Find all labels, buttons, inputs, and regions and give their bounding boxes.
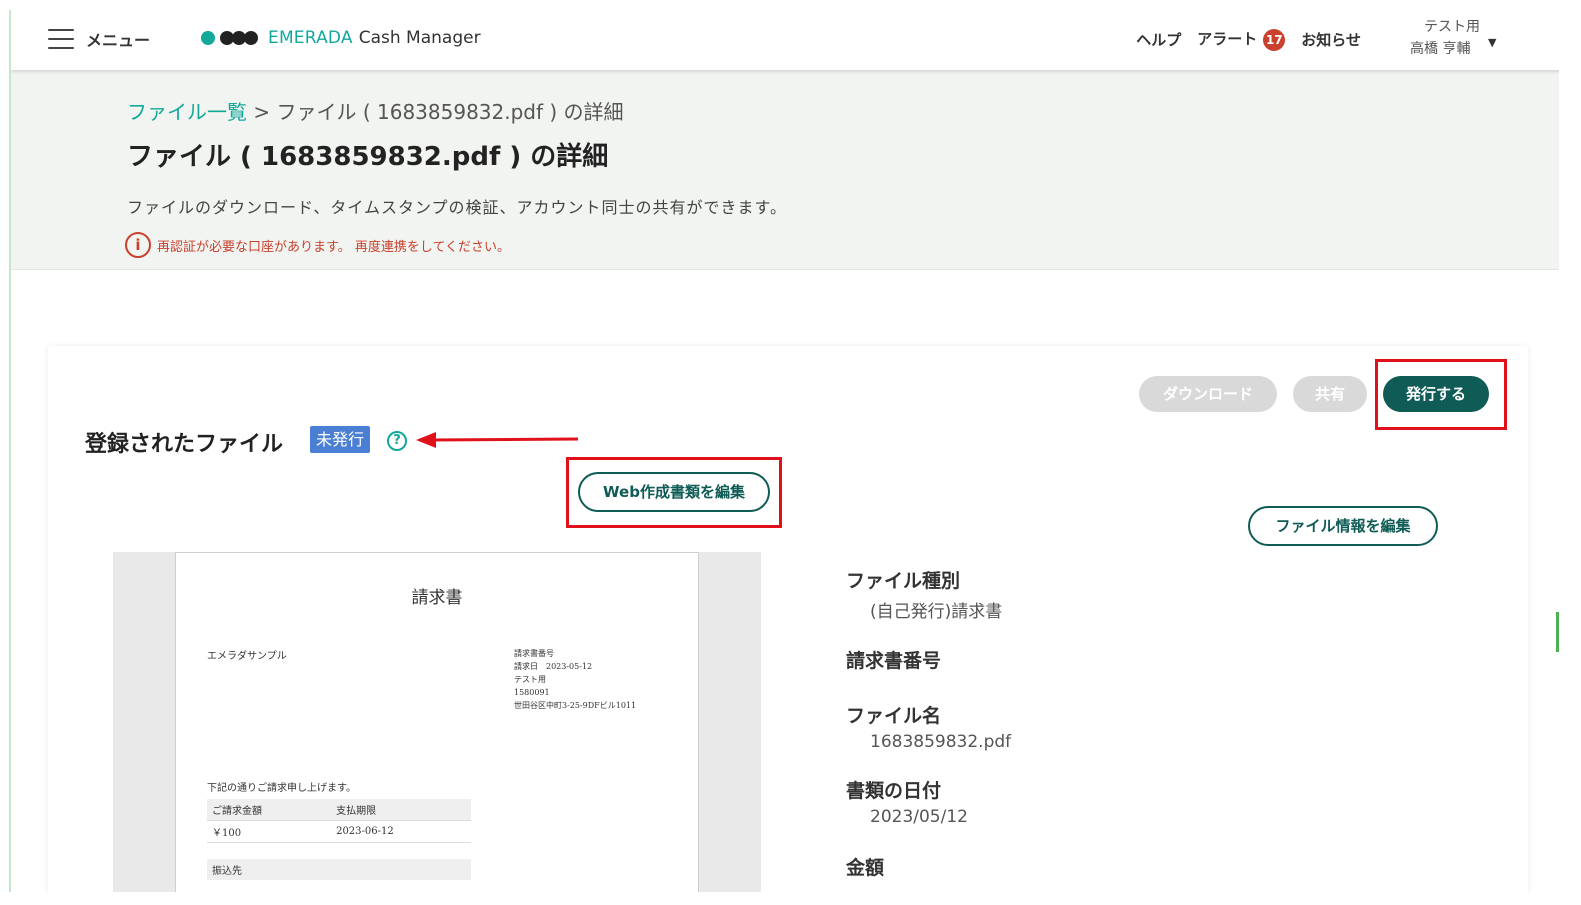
reauth-warning[interactable]: i 再認証が必要な口座があります。 再度連携をしてください。 xyxy=(125,232,510,258)
brand-name: EMERADA xyxy=(268,28,353,48)
invoice-meta-line: 請求書番号 xyxy=(514,649,554,658)
alert-link[interactable]: アラート 17 xyxy=(1197,28,1286,51)
menu-button[interactable]: メニュー xyxy=(48,27,150,51)
pdf-preview[interactable]: 請求書 エメラダサンプル 請求書番号 請求日 2023-05-12 テスト用 1… xyxy=(113,552,761,892)
invoice-meta: 請求書番号 請求日 2023-05-12 テスト用 1580091 世田谷区中町… xyxy=(514,647,636,712)
brand-subtitle: Cash Manager xyxy=(358,28,481,48)
invoice-meta-line: 1580091 xyxy=(514,688,550,697)
page-title: ファイル ( 1683859832.pdf ) の詳細 xyxy=(127,142,609,172)
file-name-label: ファイル名 xyxy=(846,705,942,727)
file-name-value: 1683859832.pdf xyxy=(870,732,1012,752)
brand-logo[interactable]: EMERADA Cash Manager xyxy=(201,28,481,48)
menu-label: メニュー xyxy=(86,31,151,50)
invoice-meta-line: 請求日 2023-05-12 xyxy=(514,662,593,671)
breadcrumb-file-list-link[interactable]: ファイル一覧 xyxy=(127,100,247,124)
breadcrumb-separator: > xyxy=(247,100,277,124)
document-date-label: 書類の日付 xyxy=(846,780,942,802)
annotation-arrow-icon xyxy=(416,432,578,448)
logo-dots-icon xyxy=(201,31,258,45)
invoice-meta-line: テスト用 xyxy=(514,675,546,684)
registered-file-title: 登録されたファイル xyxy=(85,432,284,457)
user-org: テスト用 xyxy=(1424,19,1480,35)
status-badge: 未発行 xyxy=(310,426,371,453)
highlight-box-web-edit xyxy=(566,457,782,528)
file-type-label: ファイル種別 xyxy=(846,570,961,592)
share-button[interactable]: 共有 xyxy=(1293,376,1367,412)
breadcrumb-current: ファイル ( 1683859832.pdf ) の詳細 xyxy=(276,100,624,124)
top-header: メニュー EMERADA Cash Manager ヘルプ アラート 17 お知ら… xyxy=(11,10,1559,70)
invoice-company: エメラダサンプル xyxy=(207,651,287,662)
file-detail-card: ダウンロード 共有 発行する 登録されたファイル 未発行 ? Web作成書類を編… xyxy=(48,346,1528,892)
page-description: ファイルのダウンロード、タイムスタンプの検証、アカウント同士の共有ができます。 xyxy=(127,198,787,217)
amount-value: ￥100 xyxy=(207,820,332,843)
breadcrumb: ファイル一覧 > ファイル ( 1683859832.pdf ) の詳細 xyxy=(127,96,624,125)
invoice-page: 請求書 エメラダサンプル 請求書番号 請求日 2023-05-12 テスト用 1… xyxy=(175,552,699,892)
help-link[interactable]: ヘルプ xyxy=(1136,29,1181,50)
alert-count-badge: 17 xyxy=(1263,28,1286,51)
invoice-amount-table: ご請求金額 支払期限 ￥100 2023-06-12 xyxy=(207,799,471,843)
amount-label: 金額 xyxy=(846,857,885,879)
highlight-box-issue xyxy=(1375,359,1507,430)
reauth-warning-text: 再認証が必要な口座があります。 再度連携をしてください。 xyxy=(157,239,511,255)
download-button[interactable]: ダウンロード xyxy=(1139,376,1277,412)
amount-header: ご請求金額 xyxy=(207,799,332,821)
caret-down-icon[interactable]: ▼ xyxy=(1488,36,1496,49)
due-header: 支払期限 xyxy=(331,799,471,821)
alert-label: アラート xyxy=(1197,30,1258,48)
invoice-meta-line: 世田谷区中町3-25-9DFビル1011 xyxy=(514,701,637,710)
title-band: ファイル一覧 > ファイル ( 1683859832.pdf ) の詳細 ファイ… xyxy=(11,70,1559,270)
question-circle-icon[interactable]: ? xyxy=(387,431,407,451)
invoice-title: 請求書 xyxy=(411,588,463,608)
scroll-indicator xyxy=(1556,612,1559,652)
file-info-list: ファイル種別 (自己発行)請求書 請求書番号 ファイル名 1683859832.… xyxy=(846,566,1011,880)
hamburger-icon xyxy=(48,29,74,49)
info-alert-icon: i xyxy=(125,232,151,258)
invoice-intro: 下記の通りご請求申し上げます。 xyxy=(207,783,356,794)
bank-header: 振込先 xyxy=(207,859,471,880)
invoice-number-label: 請求書番号 xyxy=(846,650,942,672)
app-window: メニュー EMERADA Cash Manager ヘルプ アラート 17 お知ら… xyxy=(9,10,1559,892)
due-value: 2023-06-12 xyxy=(331,820,471,843)
file-type-value: (自己発行)請求書 xyxy=(870,602,1003,622)
file-info-edit-button[interactable]: ファイル情報を編集 xyxy=(1248,506,1438,546)
document-date-value: 2023/05/12 xyxy=(870,807,968,827)
notice-link[interactable]: お知らせ xyxy=(1301,29,1361,50)
header-nav: ヘルプ アラート 17 お知らせ xyxy=(1120,28,1361,51)
